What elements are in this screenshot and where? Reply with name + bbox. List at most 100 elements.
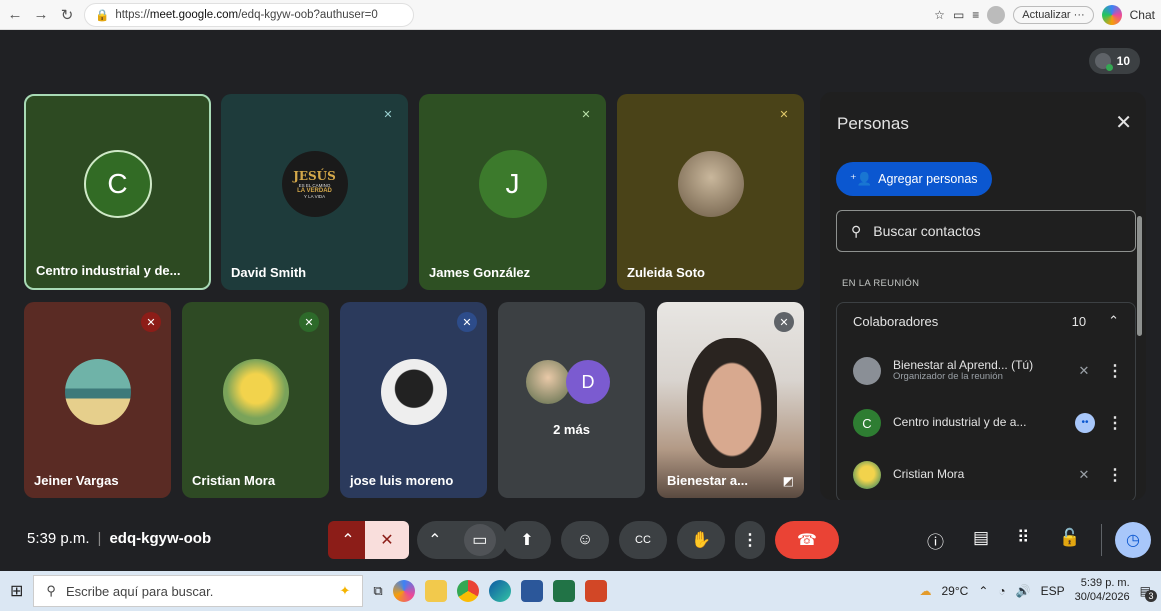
more-options-icon[interactable]: ⋮ [1107,361,1123,381]
language-indicator[interactable]: ESP [1041,584,1065,598]
excel-icon[interactable] [552,580,575,602]
activities-icon[interactable]: ⠿ [1017,528,1029,548]
chevron-up-icon[interactable]: ⌃ [1108,313,1119,329]
file-explorer-icon[interactable] [424,580,447,602]
avatar [853,461,881,489]
avatar: JESÚS ES EL CAMINO LA VERDAD Y LA VIDA [281,151,348,218]
panel-title: Personas [837,114,909,133]
weather-text[interactable]: 29°C [942,584,969,598]
avatar-letter: J [478,150,547,219]
address-bar[interactable]: 🔒 https://meet.google.com/edq-kgyw-oob?a… [84,2,414,27]
browser-toolbar: ← → ↻ 🔒 https://meet.google.com/edq-kgyw… [0,0,1161,30]
avatar-letter: C [83,150,152,219]
copilot-icon[interactable] [1101,4,1122,25]
more-participants-label: 2 más [553,422,590,437]
mic-off-icon: ✕ [141,312,161,332]
search-icon: ⚲ [46,583,56,598]
volume-icon[interactable]: 🔊 [1016,584,1031,598]
mic-off-icon: ✕ [774,312,794,332]
participant-count-chip[interactable]: 10 [1088,48,1140,74]
edge-icon[interactable] [488,580,511,602]
audio-options-button[interactable]: ⌃ [328,521,368,559]
host-controls-icon[interactable]: 🔓 [1059,528,1080,548]
search-contacts-input[interactable]: ⚲ Buscar contactos [836,210,1136,252]
participant-tile[interactable]: ✕ Zuleida Soto [617,94,804,290]
member-row[interactable]: C Centro industrial y de a... •• ⋮ [837,399,1137,447]
participant-tile[interactable]: C Centro industrial y de... [24,94,211,290]
chrome-icon[interactable] [456,580,479,602]
participant-name: David Smith [231,265,307,280]
info-icon[interactable]: ⓘ [927,528,944,553]
meeting-code: edq-kgyw-oob [109,530,212,547]
mic-off-icon: ✕ [457,312,477,332]
camera-icon: ▭ [463,524,496,556]
forward-icon[interactable]: → [32,6,50,23]
group-header[interactable]: Colaboradores 10 ⌃ [837,303,1135,339]
overflow-tile[interactable]: D 2 más [498,302,645,498]
add-people-button[interactable]: ⁺👤 Agregar personas [836,162,992,196]
participant-tile[interactable]: ✕ Cristian Mora [182,302,329,498]
self-video [687,338,777,468]
chat-label[interactable]: Chat [1130,8,1155,22]
video-options-button[interactable]: ⌃ ▭ [417,521,507,559]
participant-name: Bienestar a... [667,473,748,488]
raise-hand-button[interactable]: ✋ [677,521,725,559]
reload-icon[interactable]: ↻ [58,6,76,24]
mic-off-icon: ✕ [779,108,789,121]
back-icon[interactable]: ← [6,6,24,23]
captions-button[interactable]: CC [619,521,667,559]
logo-title: JESÚS [293,169,336,184]
powerpoint-icon[interactable] [584,580,607,602]
member-name: Bienestar al Aprend... (Tú) [893,358,1034,372]
weather-icon: ☁ [919,584,932,598]
favorite-icon[interactable]: ☆ [934,8,945,22]
copilot-app-icon[interactable] [392,580,415,602]
people-icon[interactable]: ◷ [1115,522,1151,558]
scrollbar[interactable] [1137,216,1142,336]
speaking-icon: •• [1075,413,1095,433]
update-button[interactable]: Actualizar ··· [1013,5,1094,24]
avatar-letter: D [566,360,610,404]
participant-tile[interactable]: ✕ J James González [419,94,606,290]
windows-start-icon[interactable]: ⊞ [10,581,23,601]
profile-avatar[interactable] [987,5,1006,24]
add-person-icon: ⁺👤 [850,172,873,186]
task-view-icon[interactable]: ⧉ [373,583,382,599]
self-view-tile[interactable]: ✕ Bienestar a... ◩ [657,302,804,498]
avatar [380,359,447,426]
clock[interactable]: 5:39 p. m. 30/04/2026 [1075,577,1130,605]
present-button[interactable]: ⬆ [503,521,551,559]
mic-toggle-button[interactable]: ✕ [365,521,409,559]
participant-tile[interactable]: ✕ JESÚS ES EL CAMINO LA VERDAD Y LA VIDA… [221,94,408,290]
emoji-button[interactable]: ☺ [561,521,609,559]
participants-icon [1094,53,1113,71]
end-call-button[interactable]: ☎ [775,521,839,559]
split-screen-icon[interactable]: ▭ [953,8,964,22]
url-path: /edq-kgyw-oob?authuser=0 [238,8,378,21]
avatar-letter: C [853,409,881,437]
meeting-time: 5:39 p.m. [27,530,90,547]
more-options-icon[interactable]: ⋮ [1107,413,1123,433]
logo-line: Y LA VIDA [303,194,326,200]
close-icon[interactable]: ✕ [1115,110,1132,135]
more-options-button[interactable]: ⋮ [735,521,765,559]
chat-icon[interactable]: ▤ [973,528,989,548]
network-icon[interactable]: ◔ [998,584,1005,598]
participant-name: Cristian Mora [192,473,276,488]
more-options-icon[interactable]: ⋮ [1107,465,1123,485]
favorites-bar-icon[interactable]: ≡ [972,8,979,22]
member-row[interactable]: Bienestar al Aprend... (Tú) Organizador … [837,347,1137,395]
meet-stage: 10 C Centro industrial y de... ✕ JESÚS E… [7,30,1154,571]
avatar [526,360,570,404]
word-icon[interactable] [520,580,543,602]
tray-chevron-icon[interactable]: ⌃ [978,584,988,598]
chevron-up-icon: ⌃ [428,532,442,549]
participant-tile[interactable]: ✕ jose luis moreno [340,302,487,498]
notification-icon[interactable]: ▤ 3 [1140,584,1157,602]
member-row[interactable]: Cristian Mora ✕ ⋮ [837,451,1137,499]
avatar [677,151,744,218]
participant-tile[interactable]: ✕ Jeiner Vargas [24,302,171,498]
taskbar: ⊞ ⚲ Escribe aquí para buscar. ✦ ⧉ ☁ 29°C… [0,571,1161,611]
pip-icon[interactable]: ◩ [783,474,794,488]
taskbar-search[interactable]: ⚲ Escribe aquí para buscar. ✦ [33,575,364,607]
